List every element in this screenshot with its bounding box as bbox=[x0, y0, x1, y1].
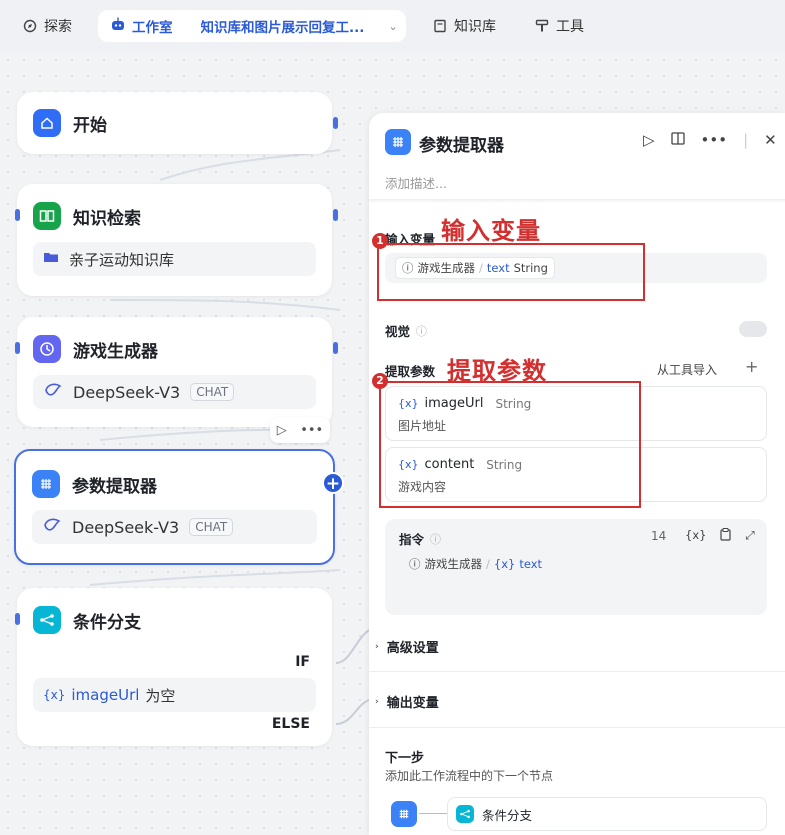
import-from-tool-button[interactable]: 从工具导入 bbox=[657, 361, 717, 378]
node-mini-toolbar: ▷ ••• bbox=[270, 417, 330, 443]
deepseek-icon bbox=[42, 516, 62, 538]
help-icon[interactable]: ⓘ bbox=[416, 323, 427, 339]
input-port[interactable] bbox=[15, 209, 20, 221]
more-icon[interactable]: ••• bbox=[300, 423, 323, 438]
clipboard-icon[interactable] bbox=[720, 528, 732, 544]
next-node-card[interactable]: 条件分支 bbox=[447, 797, 767, 831]
extractor-grid-icon bbox=[385, 129, 411, 155]
book-open-icon bbox=[33, 202, 61, 230]
instruction-content: ⓘ 游戏生成器 / {x} text bbox=[403, 553, 549, 574]
next-node-name: 条件分支 bbox=[482, 807, 533, 823]
input-port[interactable] bbox=[15, 342, 20, 354]
variable-icon: {x} bbox=[493, 557, 516, 571]
if-label: IF bbox=[295, 654, 310, 670]
model-name: DeepSeek-V3 bbox=[72, 517, 180, 537]
node-knowledge-retrieval[interactable]: 知识检索 亲子运动知识库 bbox=[15, 184, 338, 296]
node-conditional-branch[interactable]: 条件分支 IF {x} imageUrl 为空 ELSE bbox=[15, 588, 332, 746]
llm-icon bbox=[33, 335, 61, 363]
connector-line bbox=[419, 813, 447, 814]
advanced-settings-label: 高级设置 bbox=[386, 641, 439, 656]
extractor-grid-icon bbox=[391, 801, 417, 827]
node-game-generator[interactable]: 游戏生成器 DeepSeek-V3 CHAT bbox=[15, 317, 338, 427]
output-variables-toggle[interactable]: › 输出变量 bbox=[375, 692, 439, 711]
node-title: 游戏生成器 bbox=[73, 341, 158, 362]
vision-row: 视觉 ⓘ bbox=[385, 321, 427, 340]
node-title: 参数提取器 bbox=[72, 476, 157, 497]
branch-icon bbox=[33, 606, 61, 634]
annotation-number: 2 bbox=[372, 373, 388, 389]
instruction-header: 指令 ⓘ bbox=[399, 529, 441, 548]
model-name: DeepSeek-V3 bbox=[73, 382, 181, 402]
book-icon[interactable] bbox=[670, 131, 685, 149]
add-node-button[interactable]: + bbox=[322, 472, 344, 494]
else-label: ELSE bbox=[271, 716, 310, 732]
node-config-panel: 参数提取器 ▷ ••• | ✕ 添加描述... 输入变量 ⓘ 游戏生成器 / t… bbox=[369, 113, 785, 835]
instruction-label: 指令 bbox=[399, 532, 425, 547]
extractor-grid-icon bbox=[32, 470, 60, 498]
model-chip: DeepSeek-V3 CHAT bbox=[33, 375, 316, 409]
annotation-number: 1 bbox=[372, 233, 388, 249]
vision-label: 视觉 bbox=[385, 324, 411, 339]
model-chip: DeepSeek-V3 CHAT bbox=[32, 510, 317, 544]
input-port[interactable] bbox=[15, 613, 20, 625]
branch-icon bbox=[456, 805, 474, 823]
next-step-label: 下一步 bbox=[385, 751, 425, 766]
node-parameter-extractor[interactable]: 参数提取器 DeepSeek-V3 CHAT bbox=[14, 449, 335, 565]
play-icon[interactable]: ▷ bbox=[277, 423, 287, 438]
knowledge-base-chip: 亲子运动知识库 bbox=[33, 242, 316, 276]
divider bbox=[369, 727, 785, 728]
panel-actions: ▷ ••• | ✕ bbox=[643, 131, 777, 149]
panel-title[interactable]: 参数提取器 bbox=[419, 131, 504, 156]
variable-icon: {x} bbox=[43, 688, 66, 702]
tag-variable: text bbox=[519, 557, 543, 571]
chevron-right-icon: › bbox=[375, 641, 379, 652]
close-icon[interactable]: ✕ bbox=[764, 131, 777, 149]
node-title: 开始 bbox=[73, 115, 107, 136]
chat-badge: CHAT bbox=[189, 518, 234, 536]
description-input[interactable]: 添加描述... bbox=[385, 173, 447, 192]
divider bbox=[369, 199, 785, 203]
tag-source: 游戏生成器 bbox=[424, 557, 483, 571]
chevron-right-icon: › bbox=[375, 696, 379, 707]
output-port[interactable] bbox=[333, 209, 338, 221]
output-port[interactable] bbox=[333, 342, 338, 354]
knowledge-base-name: 亲子运动知识库 bbox=[69, 250, 175, 269]
annotation-box-input bbox=[377, 243, 645, 301]
run-icon[interactable]: ▷ bbox=[643, 131, 655, 149]
condition-row: {x} imageUrl 为空 bbox=[33, 678, 316, 712]
output-variables-label: 输出变量 bbox=[386, 696, 439, 711]
variable-insert-icon[interactable]: {x} bbox=[685, 528, 706, 544]
advanced-settings-toggle[interactable]: › 高级设置 bbox=[375, 637, 439, 656]
folder-icon bbox=[43, 250, 59, 268]
annotation-label: 提取参数 bbox=[447, 356, 547, 385]
expand-icon[interactable]: ⤢ bbox=[745, 528, 754, 544]
divider bbox=[369, 671, 785, 672]
extract-params-label: 提取参数 bbox=[385, 364, 436, 379]
home-icon bbox=[33, 109, 61, 137]
deepseek-icon bbox=[43, 381, 63, 403]
condition-operator: 为空 bbox=[145, 686, 176, 705]
llm-icon: ⓘ bbox=[409, 557, 421, 571]
more-icon[interactable]: ••• bbox=[701, 131, 728, 149]
chat-badge: CHAT bbox=[190, 383, 235, 401]
next-step-description: 添加此工作流程中的下一个节点 bbox=[385, 769, 554, 783]
condition-variable: imageUrl bbox=[71, 686, 140, 704]
variable-tag: ⓘ 游戏生成器 / {x} text bbox=[403, 554, 549, 574]
instruction-char-count: 14 bbox=[651, 529, 667, 543]
annotation-box-params bbox=[379, 381, 641, 508]
vision-toggle[interactable] bbox=[739, 321, 767, 337]
annotation-label: 输入变量 bbox=[441, 216, 541, 245]
help-icon[interactable]: ⓘ bbox=[430, 531, 441, 547]
node-title: 条件分支 bbox=[73, 612, 141, 633]
node-start[interactable]: 开始 bbox=[17, 92, 338, 154]
instruction-tools: {x} ⤢ bbox=[685, 528, 755, 544]
add-param-button[interactable]: + bbox=[745, 357, 758, 376]
node-title: 知识检索 bbox=[73, 208, 141, 229]
output-port[interactable] bbox=[333, 117, 338, 129]
